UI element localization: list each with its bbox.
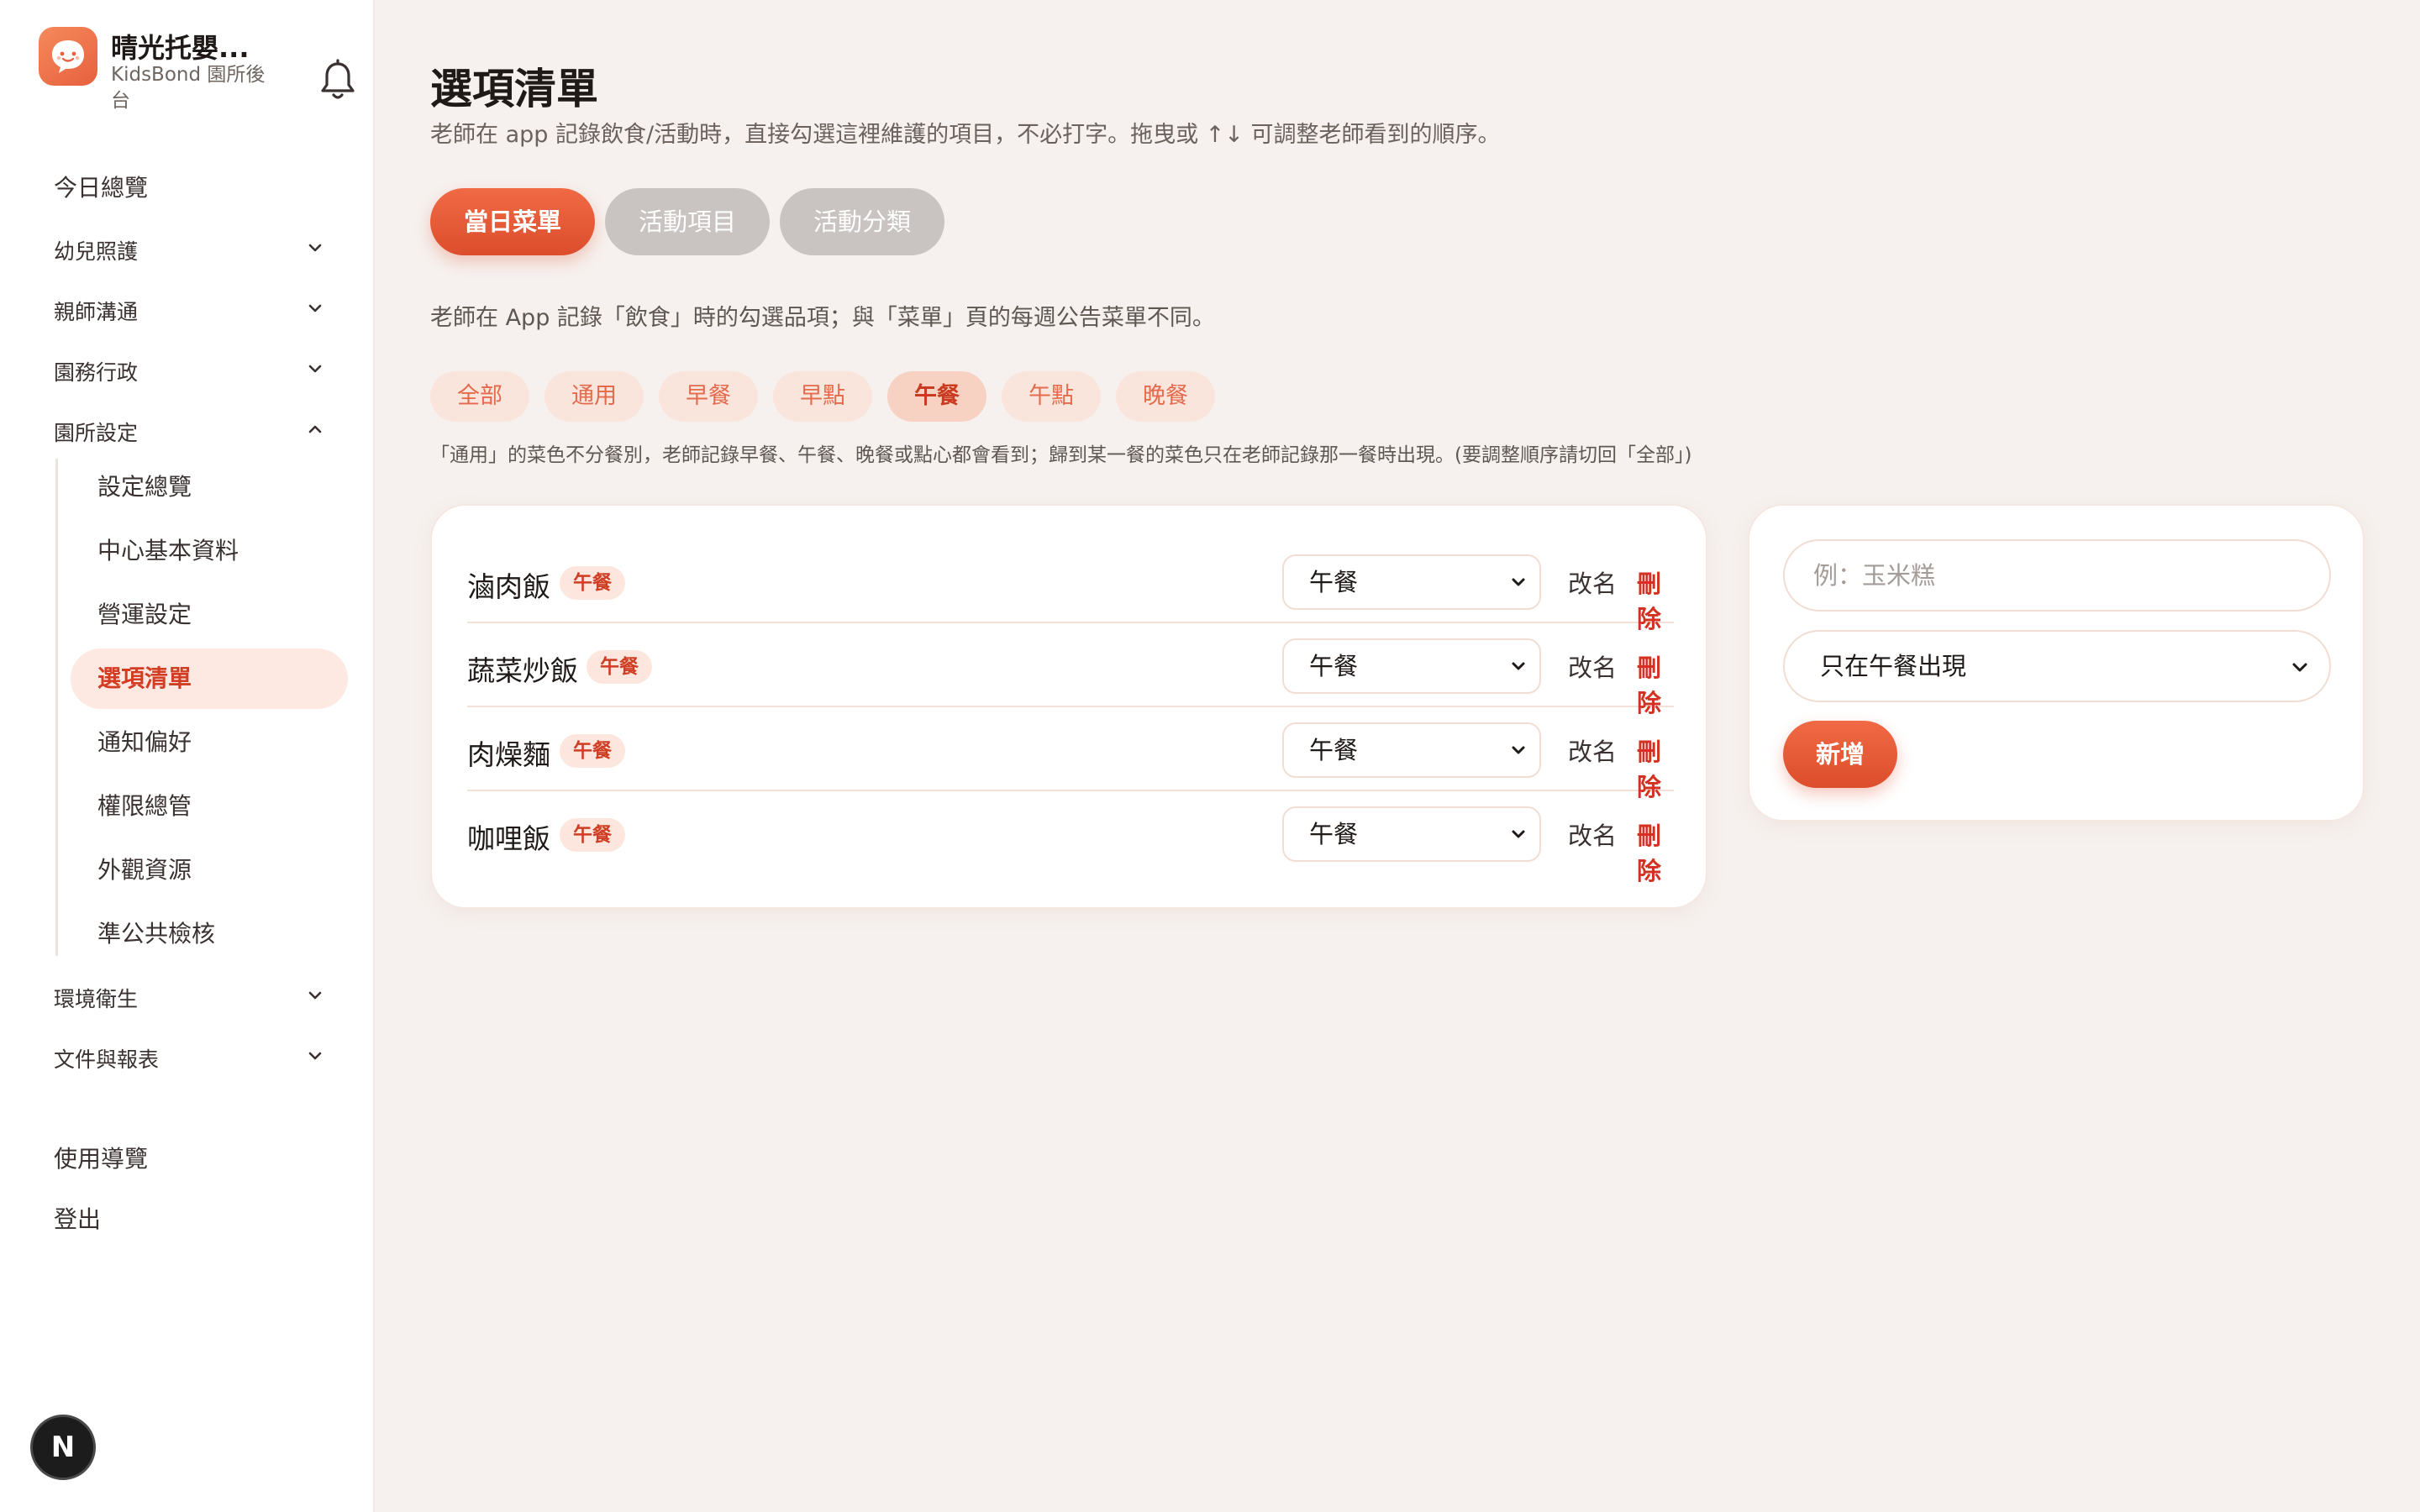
chevron-down-icon [308,1052,322,1060]
meal-badge: 午餐 [560,734,625,768]
chevron-down-icon [1512,830,1525,838]
sidebar-item-option-list[interactable]: 選項清單 [71,648,348,709]
filter-chip-breakfast[interactable]: 早餐 [659,371,758,422]
nav-group-label: 園所設定 [54,421,139,445]
sidebar-item-settings-overview[interactable]: 設定總覽 [71,457,348,517]
brand-subtitle: KidsBond 園所後台 [111,64,266,112]
add-item-button[interactable]: 新增 [1783,721,1897,788]
chevron-down-icon [308,365,322,373]
meal-select-value: 午餐 [1309,736,1359,764]
item-name: 蔬菜炒飯 [467,654,578,687]
meal-badge: 午餐 [560,818,625,852]
nav-group-label: 園務行政 [54,360,139,385]
chevron-down-icon [1512,746,1525,754]
filter-chip-afternoon-snack[interactable]: 午點 [1002,371,1101,422]
nav-group-documents[interactable]: 文件與報表 [54,1043,331,1074]
submenu-divider [55,459,58,956]
meal-select[interactable]: 午餐 [1282,638,1541,694]
nav-group-settings[interactable]: 園所設定 [54,417,331,447]
meal-badge: 午餐 [560,566,625,600]
meal-scope-select[interactable]: 只在午餐出現 [1783,630,2331,702]
meal-select[interactable]: 午餐 [1282,722,1541,778]
nav-group-parent-teacher[interactable]: 親師溝通 [54,296,331,326]
meal-select[interactable]: 午餐 [1282,806,1541,862]
meal-select-value: 午餐 [1309,568,1359,596]
chat-bubble-face-icon [52,40,84,73]
filter-chip-lunch[interactable]: 午餐 [887,371,986,422]
meal-select[interactable]: 午餐 [1282,554,1541,610]
chevron-up-icon [308,425,322,433]
delete-button[interactable]: 刪除 [1637,816,1674,887]
chevron-down-icon [308,304,322,312]
chevron-down-icon [308,244,322,252]
list-item: 蔬菜炒飯 午餐 午餐 改名 刪除 [467,623,1674,717]
nav-overview[interactable]: 今日總覽 [54,170,331,203]
brand: 晴光托嬰... KidsBond 園所後台 [39,25,355,118]
chevron-down-icon [1512,578,1525,586]
new-item-input[interactable] [1783,539,2331,612]
tab-daily-menu[interactable]: 當日菜單 [430,188,596,255]
sidebar-item-public-check[interactable]: 準公共檢核 [71,904,348,964]
item-name: 肉燥麵 [467,738,550,771]
meal-scope-value: 只在午餐出現 [1820,652,1967,680]
sidebar-item-appearance[interactable]: 外觀資源 [71,840,348,900]
nav-group-label: 親師溝通 [54,300,139,324]
list-item: 肉燥麵 午餐 午餐 改名 刪除 [467,707,1674,801]
nav-group-label: 環境衛生 [54,987,139,1011]
list-item: 滷肉飯 午餐 午餐 改名 刪除 [467,539,1674,633]
dev-badge-label: N [50,1431,76,1464]
sidebar-item-permissions[interactable]: 權限總管 [71,776,348,837]
list-item: 咖哩飯 午餐 午餐 改名 刪除 [467,791,1674,885]
nav-group-label: 文件與報表 [54,1047,160,1072]
item-name: 滷肉飯 [467,570,550,603]
nav-group-label: 幼兒照護 [54,239,139,264]
chevron-down-icon [308,991,322,1000]
menu-items-card: 滷肉飯 午餐 午餐 改名 刪除 蔬菜炒飯 午餐 午餐 改名 刪除 肉燥麵 午餐 … [430,504,1707,909]
filter-chip-morning-snack[interactable]: 早點 [773,371,872,422]
brand-logo [39,27,97,86]
nav-group-child-care[interactable]: 幼兒照護 [54,235,331,265]
item-name: 咖哩飯 [467,822,550,855]
add-item-card: 只在午餐出現 新增 [1748,504,2365,822]
rename-button[interactable]: 改名 [1568,564,1617,600]
rename-button[interactable]: 改名 [1568,648,1617,684]
bell-icon[interactable] [319,59,360,106]
nav-logout[interactable]: 登出 [54,1201,331,1235]
sidebar: 晴光托嬰... KidsBond 園所後台 今日總覽 幼兒照護 親師溝通 園務行… [0,0,375,1512]
nav-group-hygiene[interactable]: 環境衛生 [54,983,331,1013]
filter-chip-all[interactable]: 全部 [430,371,529,422]
page-title: 選項清單 [430,65,598,113]
sidebar-item-center-info[interactable]: 中心基本資料 [71,521,348,581]
tab-activity-categories[interactable]: 活動分類 [780,188,945,255]
brand-name: 晴光托嬰... [111,32,250,64]
rename-button[interactable]: 改名 [1568,732,1617,768]
filter-note: 「通用」的菜色不分餐別，老師記錄早餐、午餐、晚餐或點心都會看到；歸到某一餐的菜色… [430,444,1692,466]
page-description: 老師在 app 記錄飲食/活動時，直接勾選這裡維護的項目，不必打字。拖曳或 ↑↓… [430,122,1501,148]
chevron-down-icon [2292,663,2307,672]
tab-activity-items[interactable]: 活動項目 [605,188,771,255]
filter-chip-dinner[interactable]: 晚餐 [1116,371,1215,422]
filter-chip-general[interactable]: 通用 [544,371,644,422]
sidebar-item-operations[interactable]: 營運設定 [71,585,348,645]
nav-group-admin[interactable]: 園務行政 [54,356,331,386]
chevron-down-icon [1512,662,1525,670]
meal-badge: 午餐 [587,650,652,684]
section-description: 老師在 App 記錄「飲食」時的勾選品項；與「菜單」頁的每週公告菜單不同。 [430,305,1215,331]
rename-button[interactable]: 改名 [1568,816,1617,852]
dev-tools-button[interactable]: N [30,1415,96,1480]
meal-select-value: 午餐 [1309,652,1359,680]
sidebar-item-notifications[interactable]: 通知偏好 [71,712,348,773]
nav-guide[interactable]: 使用導覽 [54,1141,331,1174]
meal-select-value: 午餐 [1309,820,1359,848]
